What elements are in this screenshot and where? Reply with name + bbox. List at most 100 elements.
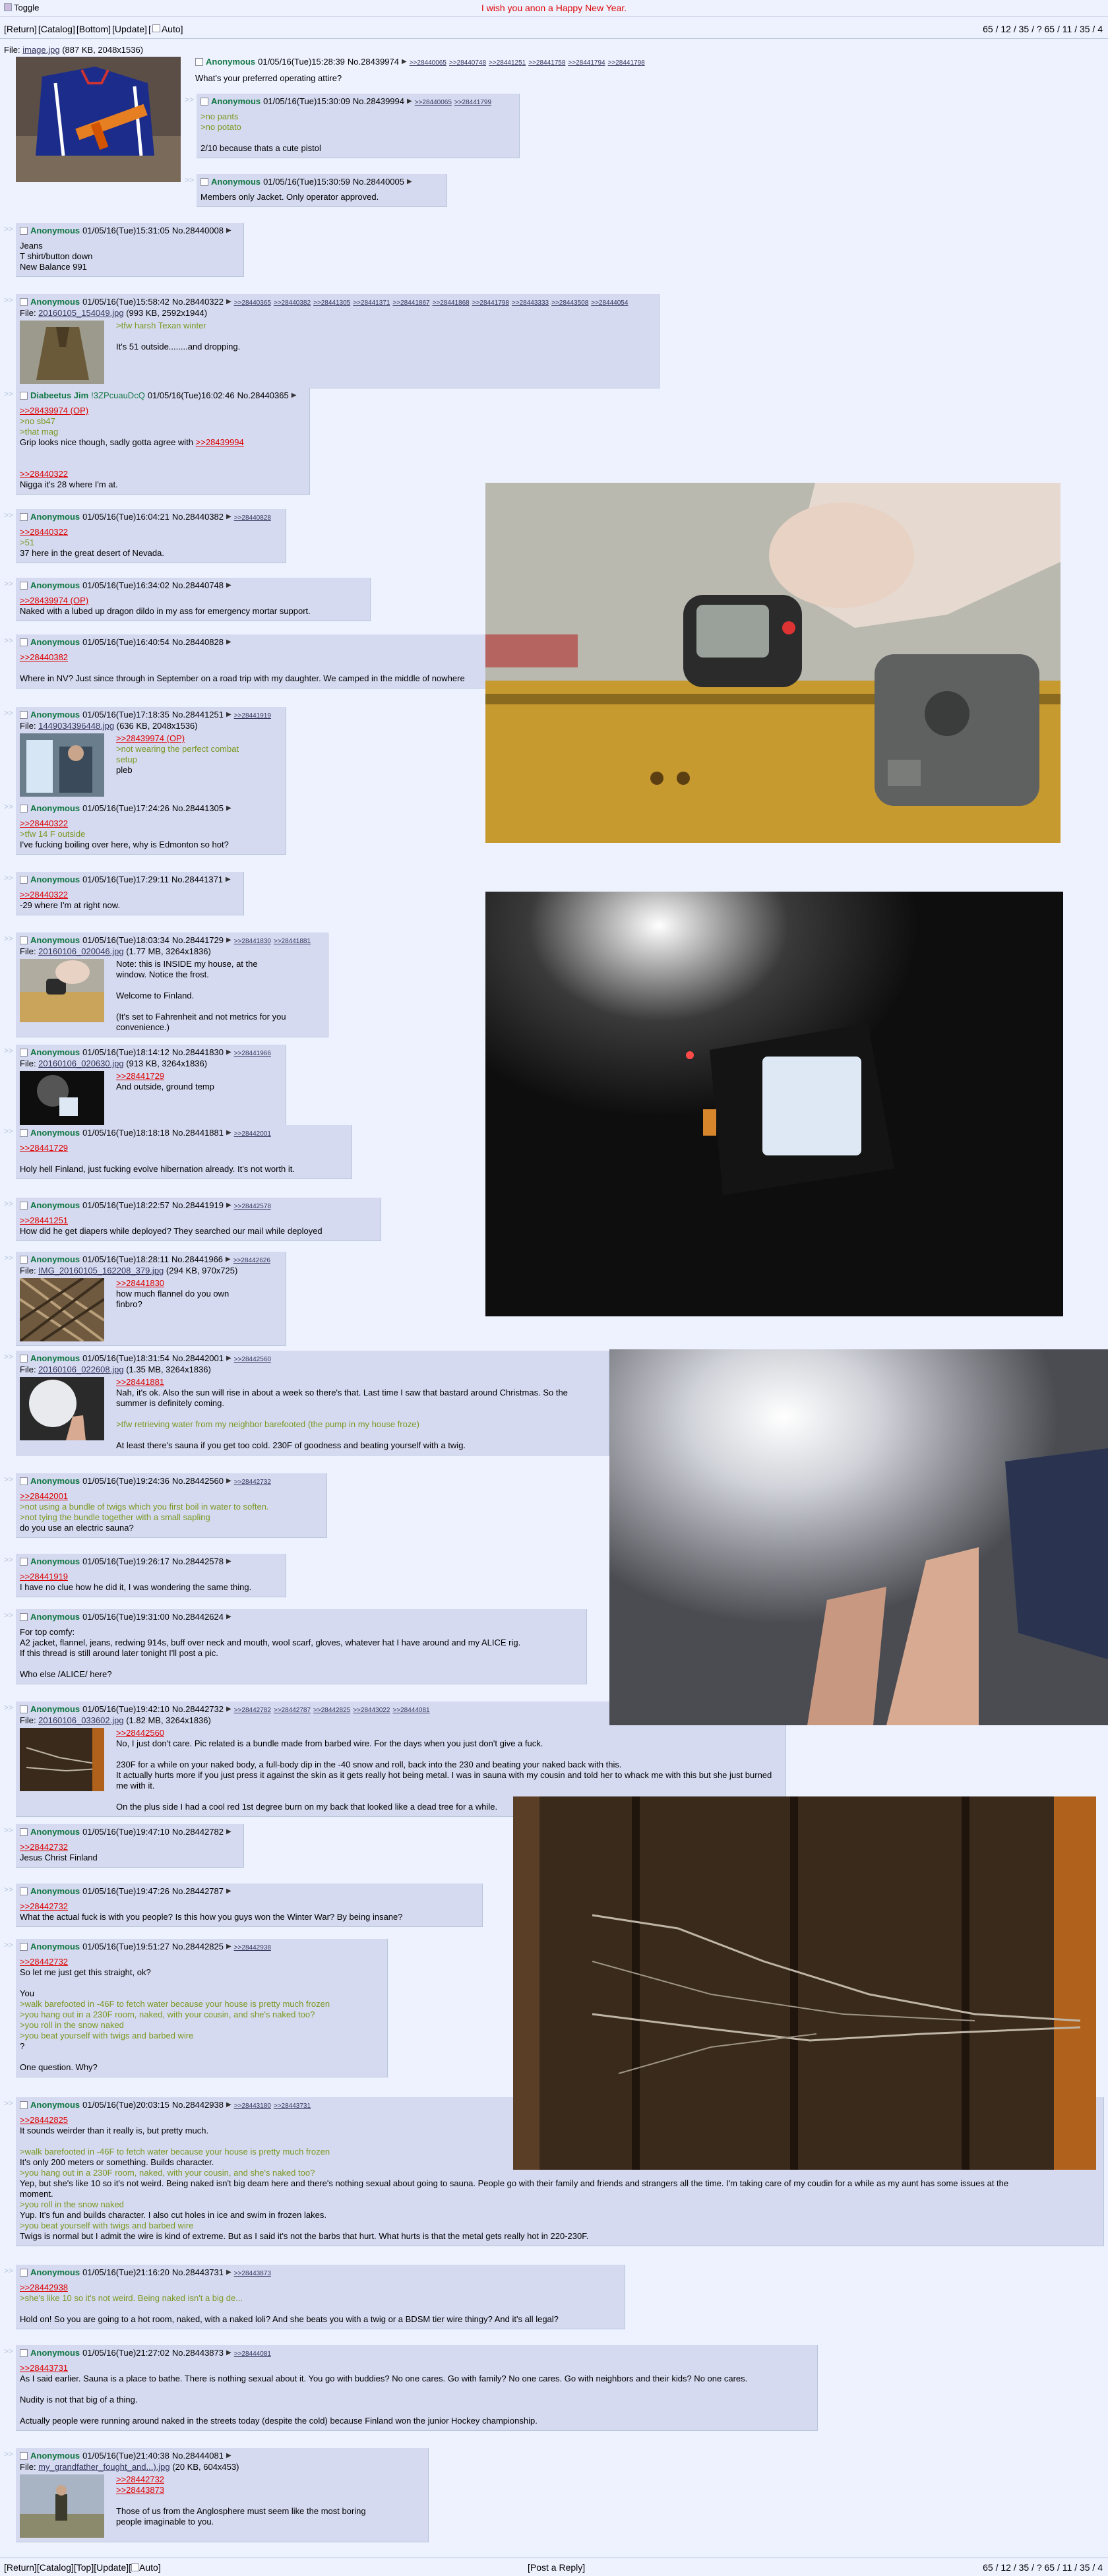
reply-select-checkbox[interactable] — [20, 936, 28, 944]
backlink[interactable]: >>28441881 — [274, 938, 311, 945]
post-number[interactable]: No.28442732 — [172, 1704, 224, 1714]
post-menu-icon[interactable]: ▶ — [226, 805, 231, 812]
quote-link[interactable]: >>28442560 — [116, 1728, 164, 1738]
expanded-image-thermometer-inside[interactable] — [485, 483, 1061, 843]
reply-select-checkbox[interactable] — [20, 1477, 28, 1485]
backlink[interactable]: >>28444054 — [591, 299, 628, 307]
quote-link[interactable]: >>28441881 — [116, 1377, 164, 1387]
post-number[interactable]: No.28442782 — [172, 1827, 224, 1837]
expanded-image-barbed-wire[interactable] — [513, 1796, 1096, 2170]
reply-select-checkbox[interactable] — [20, 804, 28, 813]
backlink[interactable]: >>28440065 — [415, 99, 452, 106]
nav-return[interactable]: [Return] — [4, 24, 37, 34]
backlink[interactable]: >>28440828 — [234, 514, 271, 522]
file-link[interactable]: IMG_20160105_162208_379.jpg — [38, 1266, 164, 1275]
backlink[interactable]: >>28441758 — [528, 59, 565, 67]
nav-auto[interactable]: Auto] — [162, 24, 183, 34]
file-link[interactable]: 20160106_033602.jpg — [38, 1715, 123, 1725]
reply-select-checkbox[interactable] — [20, 2101, 28, 2109]
post-number[interactable]: No.28441830 — [172, 1047, 224, 1057]
post-number[interactable]: No.28440382 — [172, 512, 224, 522]
quote-link[interactable]: >>28441729 — [116, 1071, 164, 1081]
quote-link[interactable]: >>28441830 — [116, 1278, 164, 1288]
post-menu-icon[interactable]: ▶ — [407, 98, 412, 105]
backlink[interactable]: >>28441966 — [234, 1050, 271, 1057]
backlink[interactable]: >>28441305 — [313, 299, 350, 307]
post-number[interactable]: No.28440322 — [172, 297, 224, 307]
backlink[interactable]: >>28443731 — [274, 2102, 311, 2110]
post-number[interactable]: No.28443873 — [172, 2348, 224, 2358]
backlink[interactable]: >>28442626 — [233, 1257, 270, 1264]
post-menu-icon[interactable]: ▶ — [292, 392, 297, 399]
quote-link[interactable]: >>28440322 — [20, 527, 68, 537]
reply-select-checkbox[interactable] — [200, 177, 208, 186]
post-number[interactable]: No.28441251 — [172, 710, 224, 720]
backlink[interactable]: >>28442787 — [274, 1707, 311, 1714]
post-number[interactable]: No.28440008 — [172, 226, 224, 235]
backlink[interactable]: >>28441867 — [392, 299, 429, 307]
quote-link[interactable]: >>28440382 — [20, 652, 68, 662]
backlink[interactable]: >>28440365 — [234, 299, 271, 307]
post-number[interactable]: No.28442001 — [172, 1353, 224, 1363]
post-menu-icon[interactable]: ▶ — [226, 2269, 231, 2276]
file-link[interactable]: 1449034396448.jpg — [38, 721, 114, 731]
nav-catalog[interactable]: [Catalog] — [38, 24, 75, 34]
reply-select-checkbox[interactable] — [20, 391, 28, 400]
op-file-link[interactable]: image.jpg — [22, 45, 59, 55]
reply-select-checkbox[interactable] — [20, 2268, 28, 2277]
post-menu-icon[interactable]: ▶ — [226, 2452, 231, 2459]
nav-auto-bottom[interactable]: Auto] — [139, 2562, 161, 2573]
reply-select-checkbox[interactable] — [20, 297, 28, 306]
post-menu-icon[interactable]: ▶ — [226, 1613, 231, 1620]
backlink[interactable]: >>28441798 — [472, 299, 509, 307]
post-menu-icon[interactable]: ▶ — [226, 876, 231, 883]
reply-select-checkbox[interactable] — [20, 226, 28, 235]
quote-link[interactable]: >>28442732 — [20, 1842, 68, 1852]
post-number[interactable]: No.28442825 — [172, 1942, 224, 1951]
post-menu-icon[interactable]: ▶ — [226, 2349, 231, 2356]
quote-link[interactable]: >>28439974 (OP) — [20, 596, 88, 605]
backlink[interactable]: >>28442825 — [313, 1707, 350, 1714]
backlink[interactable]: >>28441919 — [234, 712, 271, 720]
reply-select-checkbox[interactable] — [20, 710, 28, 719]
reply-select-checkbox[interactable] — [20, 1128, 28, 1137]
post-number[interactable]: No.28440748 — [172, 580, 224, 590]
backlink[interactable]: >>28440748 — [449, 59, 486, 67]
op-number[interactable]: No.28439974 — [348, 57, 399, 67]
post-number[interactable]: No.28443731 — [172, 2267, 224, 2277]
backlink[interactable]: >>28441868 — [433, 299, 470, 307]
post-number[interactable]: No.28440005 — [353, 177, 404, 187]
quote-link[interactable]: >>28440322 — [20, 469, 68, 479]
reply-select-checkbox[interactable] — [20, 512, 28, 521]
quote-link[interactable]: >>28442732 — [116, 2474, 164, 2484]
backlink[interactable]: >>28443873 — [234, 2270, 271, 2277]
nav-update[interactable]: [Update] — [112, 24, 147, 34]
op-thumbnail[interactable] — [16, 57, 181, 182]
quote-link[interactable]: >>28439974 (OP) — [20, 406, 88, 415]
reply-select-checkbox[interactable] — [20, 1048, 28, 1057]
post-number[interactable]: No.28441729 — [172, 935, 224, 945]
reply-select-checkbox[interactable] — [20, 638, 28, 646]
file-link[interactable]: 20160105_154049.jpg — [38, 308, 123, 318]
quote-link[interactable]: >>28442732 — [20, 1901, 68, 1911]
file-link[interactable]: 20160106_020630.jpg — [38, 1058, 123, 1068]
nav-return-bottom[interactable]: [Return] — [4, 2562, 37, 2573]
quote-link[interactable]: >>28441919 — [20, 1572, 68, 1581]
backlink[interactable]: >>28441251 — [489, 59, 526, 67]
post-menu-icon[interactable]: ▶ — [226, 582, 231, 589]
post-menu-icon[interactable]: ▶ — [226, 1256, 231, 1263]
post-number[interactable]: No.28441881 — [172, 1128, 224, 1138]
nav-catalog-bottom[interactable]: [Catalog] — [37, 2562, 74, 2573]
post-number[interactable]: No.28442624 — [172, 1612, 224, 1622]
quote-link[interactable]: >>28442732 — [20, 1957, 68, 1967]
quote-link[interactable]: >>28439974 (OP) — [116, 733, 185, 743]
backlink[interactable]: >>28441830 — [234, 938, 271, 945]
auto-checkbox-bottom[interactable] — [131, 2563, 140, 2571]
quote-link[interactable]: >>28442938 — [20, 2283, 68, 2292]
reply-select-checkbox[interactable] — [20, 1201, 28, 1210]
reply-select-checkbox[interactable] — [20, 1255, 28, 1264]
post-number[interactable]: No.28439994 — [353, 96, 404, 106]
post-menu-icon[interactable]: ▶ — [226, 1705, 231, 1713]
post-menu-icon[interactable]: ▶ — [226, 711, 231, 718]
post-thumbnail[interactable] — [20, 2474, 104, 2538]
